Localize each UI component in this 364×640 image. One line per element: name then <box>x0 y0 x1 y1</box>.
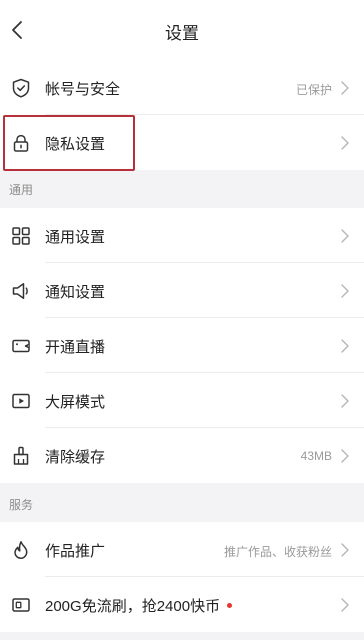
chevron-right-icon <box>341 339 349 353</box>
video-camera-icon <box>12 339 30 353</box>
live-stream-row[interactable]: 开通直播 <box>0 318 364 373</box>
play-screen-icon <box>12 393 30 409</box>
chevron-right-icon <box>341 598 349 612</box>
promote-works-row[interactable]: 作品推广 推广作品、收获粉丝 <box>0 522 364 577</box>
notification-settings-label: 通知设置 <box>45 284 106 301</box>
chevron-right-icon <box>341 229 349 243</box>
free-data-promo-label: 200G免流刷，抢2400快币 <box>45 595 233 616</box>
section-title-services: 服务 <box>9 498 34 512</box>
notification-settings-row[interactable]: 通知设置 <box>0 263 364 318</box>
cache-size-value: 43MB <box>300 449 332 463</box>
speaker-icon <box>12 283 28 299</box>
free-data-promo-row[interactable]: 200G免流刷，抢2400快币 <box>0 577 364 632</box>
broom-icon <box>13 446 29 465</box>
section-title-general: 通用 <box>9 183 34 197</box>
live-stream-label: 开通直播 <box>45 339 106 356</box>
top-bar: 设置 <box>0 0 364 60</box>
clear-cache-label: 清除缓存 <box>45 449 106 466</box>
account-security-row[interactable]: 帐号与安全 已保护 <box>0 60 364 115</box>
general-settings-label: 通用设置 <box>45 229 106 246</box>
promote-works-subtitle: 推广作品、收获粉丝 <box>223 545 332 559</box>
flame-icon <box>14 541 28 559</box>
big-screen-mode-label: 大屏模式 <box>45 394 106 411</box>
chevron-right-icon <box>341 449 349 463</box>
chevron-right-icon <box>341 81 349 95</box>
free-data-promo-text: 200G免流刷，抢2400快币 <box>45 598 221 615</box>
new-badge-dot <box>227 602 233 608</box>
general-settings-row[interactable]: 通用设置 <box>0 208 364 263</box>
promote-works-label: 作品推广 <box>45 543 106 560</box>
privacy-highlight-box <box>3 115 135 171</box>
page-title: 设置 <box>165 24 199 43</box>
shield-icon <box>12 78 30 98</box>
chevron-right-icon <box>341 394 349 408</box>
chevron-right-icon <box>341 543 349 557</box>
chevron-right-icon <box>341 284 349 298</box>
account-security-status: 已保护 <box>295 83 332 97</box>
clear-cache-row[interactable]: 清除缓存 43MB <box>0 428 364 483</box>
big-screen-mode-row[interactable]: 大屏模式 <box>0 373 364 428</box>
grid-icon <box>12 227 30 245</box>
sim-card-icon <box>12 598 30 612</box>
account-security-label: 帐号与安全 <box>45 81 121 98</box>
chevron-right-icon <box>341 136 349 150</box>
